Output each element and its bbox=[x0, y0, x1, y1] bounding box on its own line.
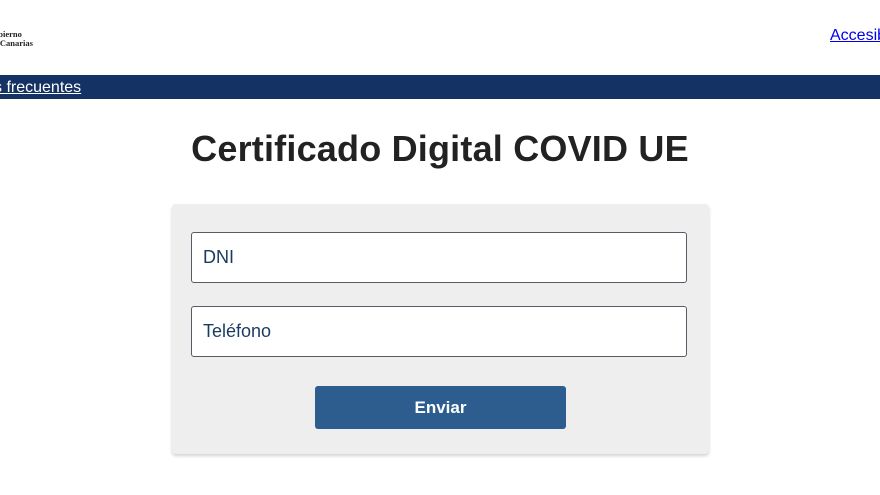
page-title: Certificado Digital COVID UE bbox=[191, 128, 689, 169]
dni-input[interactable] bbox=[191, 232, 687, 283]
logo-text-line2: e Canarias bbox=[0, 37, 33, 48]
site-header: obierno e Canarias Accesib bbox=[0, 0, 880, 75]
phone-input[interactable] bbox=[191, 306, 687, 357]
submit-button[interactable]: Enviar bbox=[315, 386, 566, 429]
nav-bar: s frecuentes bbox=[0, 75, 880, 99]
certificate-form: Enviar bbox=[172, 204, 709, 454]
faq-link[interactable]: s frecuentes bbox=[0, 79, 81, 96]
gobierno-canarias-logo[interactable]: obierno e Canarias bbox=[0, 30, 33, 47]
accessibility-link[interactable]: Accesib bbox=[830, 27, 880, 45]
page: obierno e Canarias Accesib s frecuentes … bbox=[0, 0, 880, 495]
